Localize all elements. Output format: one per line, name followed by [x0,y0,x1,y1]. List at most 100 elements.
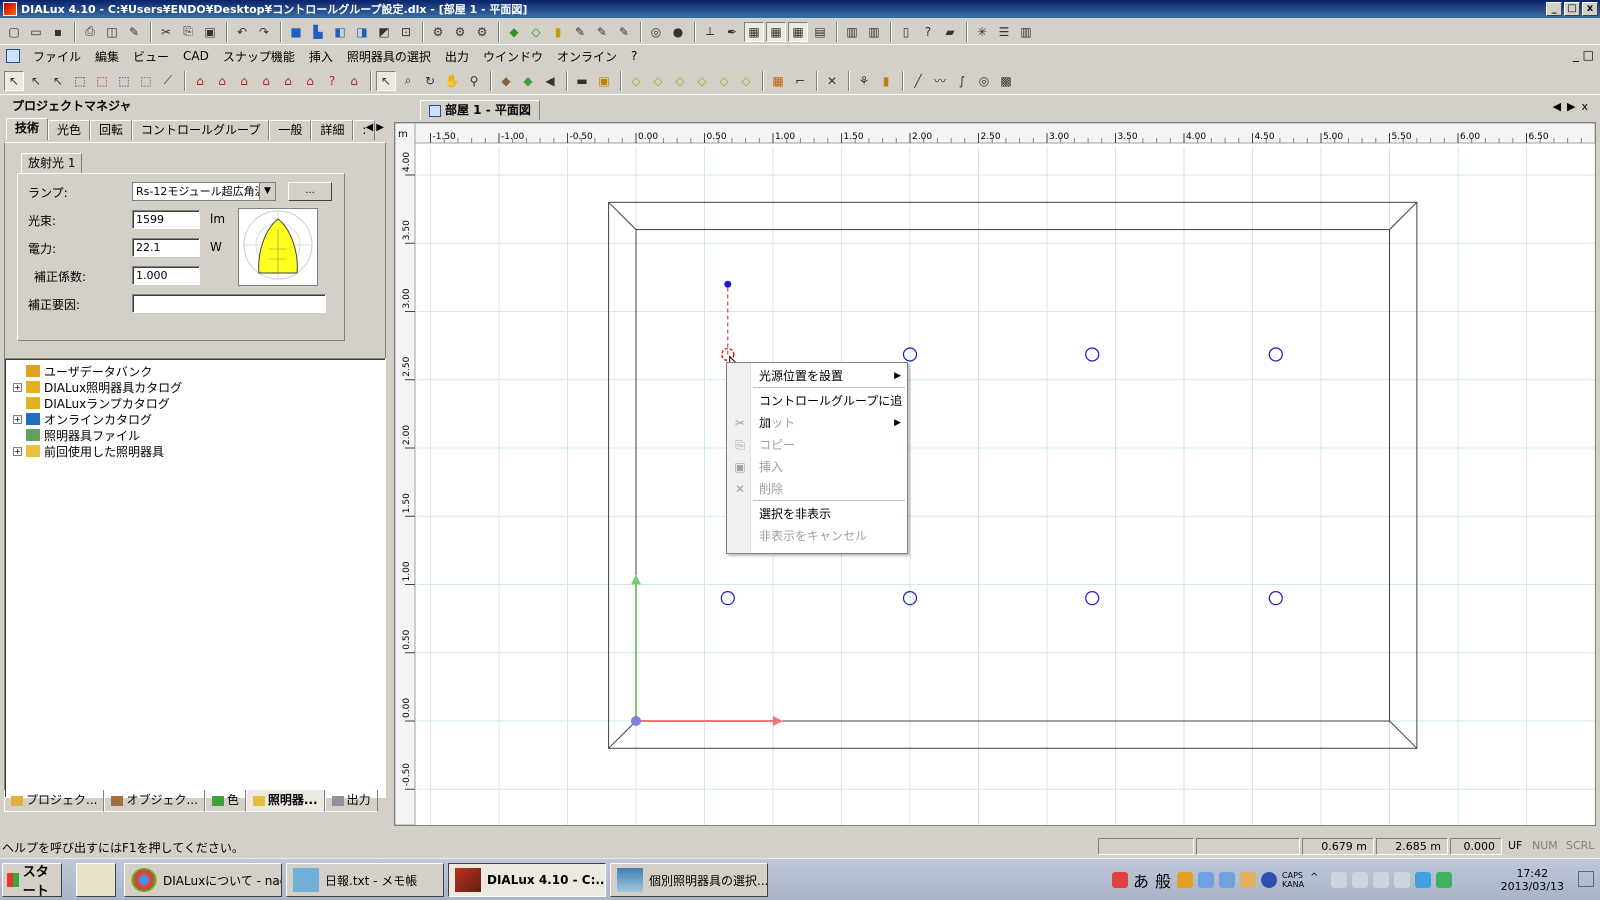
tab-floor-plan[interactable]: 部屋 1 - 平面図 [420,100,540,120]
object-icon[interactable]: ◆ [496,71,516,91]
grid-icon[interactable]: ▦ [768,71,788,91]
close-button[interactable]: x [1582,2,1598,16]
clapper-icon[interactable]: ▰ [940,22,960,42]
luminaire[interactable] [1085,347,1100,362]
luminaire[interactable] [1268,591,1283,606]
ime-hiragana-icon[interactable]: あ [1133,868,1149,892]
menu-snap[interactable]: スナップ機能 [216,48,302,65]
flag-icon[interactable] [1331,872,1348,888]
view-nav-arrows-icon[interactable]: ◀▶x [1553,100,1594,113]
dxf-icon[interactable]: ▤ [810,22,830,42]
context-menu-item[interactable]: 選択を非表示 [727,503,907,525]
menu-edit[interactable]: 編集 [88,48,126,65]
guide-icon[interactable]: ✕ [822,71,842,91]
expand-icon[interactable]: + [13,414,22,424]
undo-icon[interactable]: ↶ [232,22,252,42]
context-menu-item[interactable]: コントロールグループに追加 ▶ [727,390,907,430]
ime-tool-icon[interactable] [1219,872,1236,888]
select-red-icon[interactable]: ⬚ [92,71,112,91]
edit-icon[interactable]: ✎ [614,22,634,42]
menu-help[interactable]: ? [624,49,644,63]
subtab-radiation[interactable]: 放射光 1 [21,153,83,173]
tab-colors[interactable]: 色 [204,790,246,812]
lamp-browse-button[interactable]: ... [288,182,332,201]
flux-field[interactable]: 1599 [132,210,200,229]
select-blue-icon[interactable]: ⬚ [114,71,134,91]
layout-horizontal-icon[interactable]: ☰ [994,22,1014,42]
tab-control-group[interactable]: コントロールグループ [132,120,270,140]
zoom-window-icon[interactable]: ⊡ [396,22,416,42]
clock[interactable]: 17:42 2013/03/13 [1501,867,1564,893]
ime-mode-icon[interactable]: 般 [1155,868,1171,892]
draw-room-help-icon[interactable]: ? [322,71,342,91]
mdi-window-controls[interactable]: _ □ [1573,48,1594,62]
calc-surface-icon[interactable]: ◇ [648,71,668,91]
menu-cad[interactable]: CAD [176,49,216,63]
tree-item[interactable]: 照明器具ファイル [13,427,140,443]
tree-item[interactable]: + オンラインカタログ [13,411,152,427]
chevron-down-icon[interactable]: ▼ [259,183,275,200]
dialux-app-icon[interactable] [3,2,17,16]
menu-insert[interactable]: 挿入 [302,48,340,65]
tab-output[interactable]: 出力 [324,790,378,812]
tab-details[interactable]: 詳細 [311,120,354,140]
grid-corner-icon[interactable]: ⌐ [790,71,810,91]
dropbox-icon[interactable] [1415,872,1432,888]
menu-view[interactable]: ビュー [126,48,176,65]
pen-icon[interactable]: ✒ [722,22,742,42]
zoom-icon[interactable]: ⌕ [398,71,418,91]
tab-rotation[interactable]: 回転 [90,120,133,140]
draw-room-icon[interactable]: ⌂ [190,71,210,91]
ime-pad-icon[interactable] [1177,872,1194,888]
network-icon[interactable]: ✳ [972,22,992,42]
tab-objects[interactable]: オブジェク... [104,790,205,812]
task-chrome[interactable]: DIALuxについて - nag... [124,863,282,897]
ime-tool-icon[interactable] [1240,872,1257,888]
curve-icon[interactable]: ∫ [952,71,972,91]
texture-icon[interactable]: ◆ [518,71,538,91]
document-icon[interactable]: ▯ [896,22,916,42]
expand-icon[interactable]: + [13,382,22,392]
expand-icon[interactable]: + [13,446,22,456]
table-icon[interactable]: ▥ [864,22,884,42]
menu-online[interactable]: オンライン [550,48,624,65]
select-icon[interactable]: ↖ [4,70,24,91]
front-view-icon[interactable]: ◨ [352,22,372,42]
tab-general[interactable]: 一般 [269,120,312,140]
calc-surface-icon[interactable]: ◇ [692,71,712,91]
rendering-icon[interactable]: ◩ [374,22,394,42]
select-element-icon[interactable]: ↖ [26,71,46,91]
circle-icon[interactable]: ◎ [974,71,994,91]
redo-icon[interactable]: ↷ [254,22,274,42]
draw-room-icon[interactable]: ⌂ [344,71,364,91]
maximize-button[interactable]: □ [1564,2,1580,16]
tab-technical[interactable]: 技術 [6,118,49,140]
menu-luminaire-selection[interactable]: 照明器具の選択 [340,48,438,65]
draw-room-icon[interactable]: ⌂ [300,71,320,91]
floor-plan-canvas[interactable]: m -1.50 -1.00 -0.50 0.00 0.50 1.00 1.50 2.00 2.50… [394,122,1596,826]
lamp-select[interactable]: Rs-12モジュール超広角温E ▼ [132,182,276,201]
show-desktop-button[interactable] [1578,871,1594,887]
save-icon[interactable]: ▪ [48,22,68,42]
edit-icon[interactable]: ✎ [570,22,590,42]
luminaire-field-icon[interactable]: ▦ [766,21,786,42]
pointer-icon[interactable]: ↖ [48,71,68,91]
luminaire[interactable] [1085,591,1100,606]
copy-icon[interactable]: ⎘ [178,22,198,42]
tree-item[interactable]: DIALuxランプカタログ [13,395,170,411]
light-scene-icon[interactable]: ▮ [548,22,568,42]
explorer-quicklaunch-icon[interactable] [76,863,116,897]
calculate-icon[interactable]: ◆ [504,22,524,42]
tab-scroll-arrows-icon[interactable]: ◀ ▶ [365,122,384,133]
hatch-icon[interactable]: ▩ [996,71,1016,91]
pdf-icon[interactable]: ✎ [124,22,144,42]
tool-icon[interactable]: ⚙ [428,22,448,42]
hierarchy-icon[interactable]: ⚘ [854,71,874,91]
google-drive-icon[interactable] [1436,872,1453,888]
tab-light-color[interactable]: 光色 [48,120,91,140]
correction-factor-field[interactable]: 1.000 [132,266,200,285]
axis-icon[interactable]: ⟂ [700,22,720,42]
new-file-icon[interactable]: ▢ [4,22,24,42]
menu-window[interactable]: ウインドウ [476,48,550,65]
calc-surface-icon[interactable]: ◇ [670,71,690,91]
